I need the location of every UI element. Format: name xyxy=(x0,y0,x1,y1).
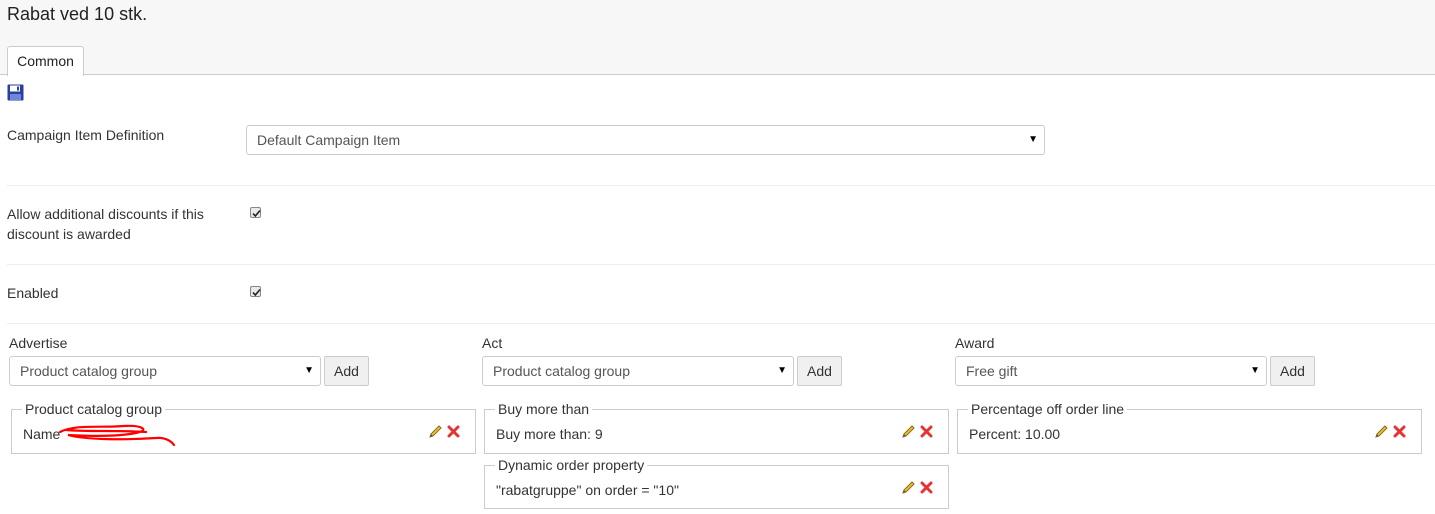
campaign-item-definition-value: Default Campaign Item xyxy=(257,132,401,148)
advertise-label: Advertise xyxy=(9,335,68,351)
act-add-button[interactable]: Add xyxy=(797,356,842,386)
pencil-icon[interactable] xyxy=(428,424,443,439)
page-header: Rabat ved 10 stk. Common xyxy=(0,0,1435,76)
save-icon[interactable] xyxy=(7,84,24,101)
advertise-select-value: Product catalog group xyxy=(20,363,157,379)
act-label: Act xyxy=(482,335,503,351)
page-title: Rabat ved 10 stk. xyxy=(7,4,148,24)
caret-down-icon: ▼ xyxy=(1028,134,1038,145)
campaign-item-definition-select[interactable]: Default Campaign Item ▼ xyxy=(246,125,1045,155)
rule-text: Buy more than: 9 xyxy=(496,426,603,442)
advertise-add-button[interactable]: Add xyxy=(324,356,369,386)
advertise-rule-product-catalog-group: Product catalog group Name xyxy=(11,400,476,454)
award-select-value: Free gift xyxy=(966,363,1018,379)
caret-down-icon: ▼ xyxy=(777,365,787,376)
act-rule-buy-more-than: Buy more than Buy more than: 9 xyxy=(484,400,949,454)
tab-common[interactable]: Common xyxy=(7,46,84,76)
advertise-select[interactable]: Product catalog group ▼ xyxy=(9,356,321,386)
delete-icon[interactable] xyxy=(920,481,933,494)
act-select-value: Product catalog group xyxy=(493,363,630,379)
allow-additional-discounts-label-line1: Allow additional discounts if this xyxy=(7,206,204,222)
pencil-icon[interactable] xyxy=(1374,424,1389,439)
allow-additional-discounts-label: Allow additional discounts if this disco… xyxy=(7,204,204,244)
rule-text: Percent: 10.00 xyxy=(969,426,1061,442)
check-icon xyxy=(252,209,261,218)
award-rule-percentage-off-order-line: Percentage off order line Percent: 10.00 xyxy=(957,400,1422,454)
allow-additional-discounts-label-line2: discount is awarded xyxy=(7,226,131,242)
pencil-icon[interactable] xyxy=(901,480,916,495)
award-select[interactable]: Free gift ▼ xyxy=(955,356,1267,386)
pencil-icon[interactable] xyxy=(901,424,916,439)
allow-additional-discounts-checkbox[interactable] xyxy=(250,207,261,218)
redaction-scribble xyxy=(58,424,176,447)
enabled-checkbox[interactable] xyxy=(250,286,261,297)
act-rule-dynamic-order-property: Dynamic order property "rabatgruppe" on … xyxy=(484,456,949,509)
divider xyxy=(7,323,1435,324)
rule-title: Percentage off order line xyxy=(968,400,1128,418)
caret-down-icon: ▼ xyxy=(304,365,314,376)
divider xyxy=(7,185,1435,186)
check-icon xyxy=(252,288,261,297)
act-select[interactable]: Product catalog group ▼ xyxy=(482,356,794,386)
delete-icon[interactable] xyxy=(447,425,460,438)
rule-title: Dynamic order property xyxy=(495,456,648,474)
rule-title: Product catalog group xyxy=(22,400,165,418)
award-add-button[interactable]: Add xyxy=(1270,356,1315,386)
enabled-label: Enabled xyxy=(7,285,59,301)
delete-icon[interactable] xyxy=(1393,425,1406,438)
award-label: Award xyxy=(955,335,995,351)
campaign-item-definition-label: Campaign Item Definition xyxy=(7,127,165,143)
divider xyxy=(7,264,1435,265)
rule-title: Buy more than xyxy=(495,400,593,418)
delete-icon[interactable] xyxy=(920,425,933,438)
caret-down-icon: ▼ xyxy=(1250,365,1260,376)
rule-text: "rabatgruppe" on order = "10" xyxy=(496,482,679,498)
